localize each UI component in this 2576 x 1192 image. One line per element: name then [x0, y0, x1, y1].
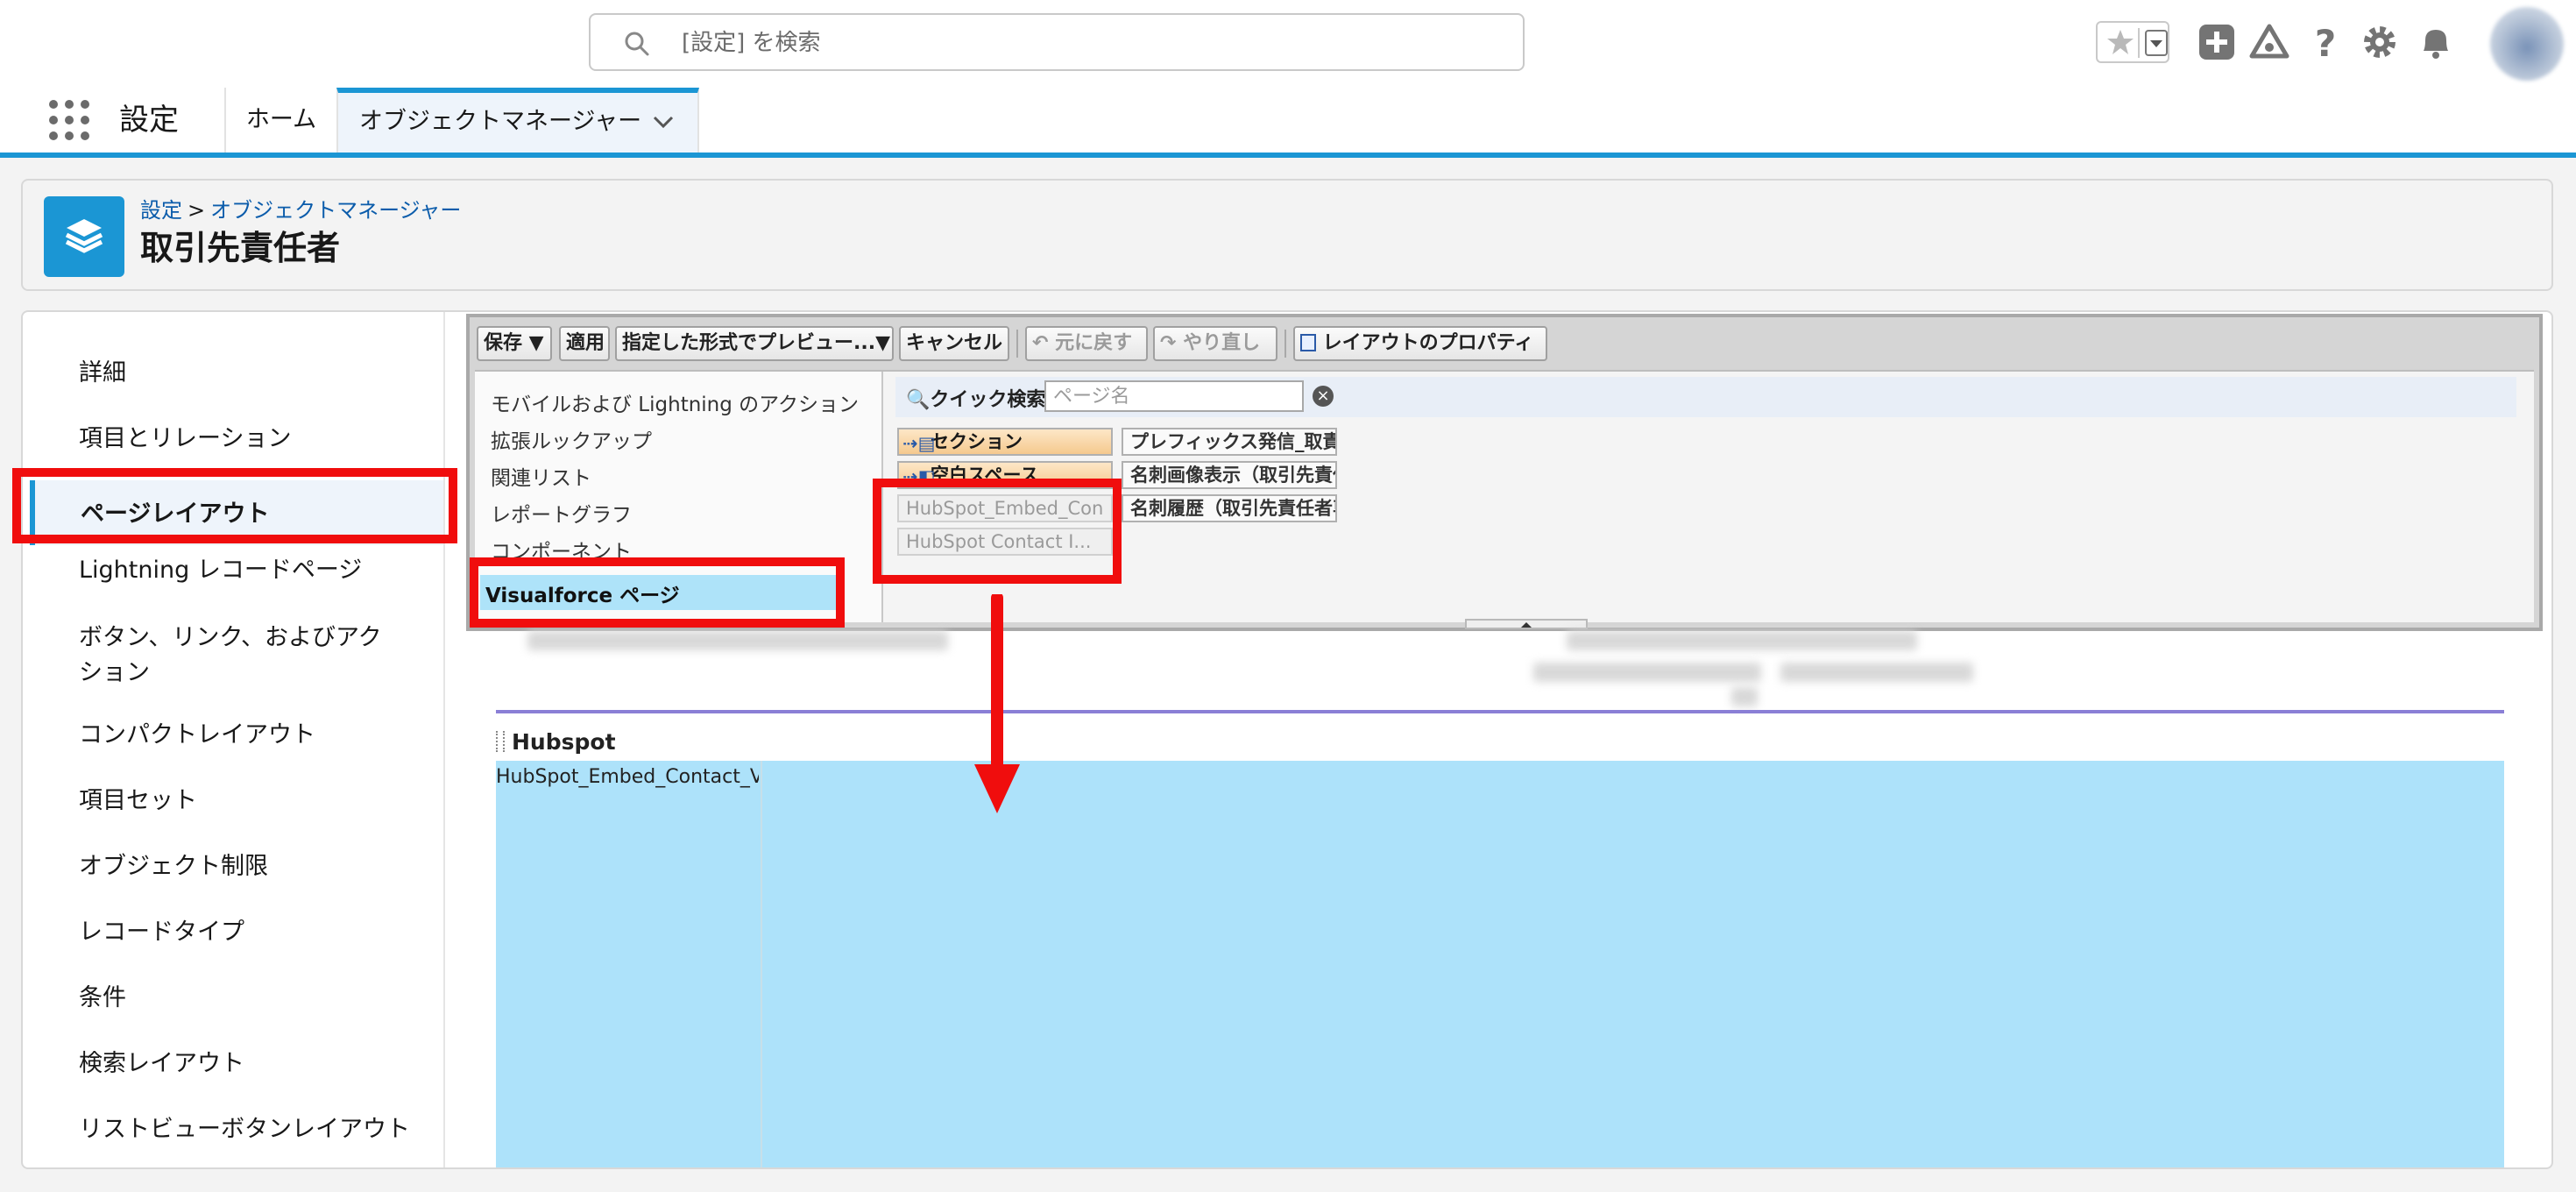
- help-icon[interactable]: ?: [2304, 21, 2346, 63]
- visualforce-page-label: HubSpot_Embed_Contact_V: [496, 766, 759, 788]
- breadcrumb-link-object-manager[interactable]: オブジェクトマネージャー: [210, 198, 461, 223]
- page-title: 取引先責任者: [140, 229, 341, 267]
- palette-item-section[interactable]: ⇢▤ セクション: [897, 428, 1113, 456]
- palette-item-vf-page[interactable]: プレフィックス発信_取責: [1122, 428, 1337, 456]
- clear-icon[interactable]: ×: [1313, 386, 1334, 407]
- category-related-lists[interactable]: 関連リスト: [491, 461, 591, 491]
- sidebar-item-field-sets[interactable]: 項目セット: [79, 784, 429, 819]
- palette-item-vf-page[interactable]: 名刺履歴（取引先責任者専: [1122, 494, 1337, 522]
- breadcrumb: 設定 > オブジェクトマネージャー: [140, 193, 461, 224]
- app-name: 設定: [119, 103, 179, 138]
- tab-label: オブジェクトマネージャー: [359, 108, 642, 135]
- undo-button[interactable]: ↶ 元に戻す: [1025, 326, 1148, 361]
- breadcrumb-link-setup[interactable]: 設定: [140, 198, 182, 223]
- highlight-visualforce-category: [470, 557, 845, 628]
- redo-icon: ↷: [1160, 332, 1177, 354]
- chevron-down-icon[interactable]: [652, 114, 675, 130]
- breadcrumb-separator: >: [188, 198, 206, 223]
- palette-resize-handle[interactable]: [1465, 619, 1588, 629]
- sidebar-item-details[interactable]: 詳細: [79, 356, 429, 391]
- redo-button[interactable]: ↷ やり直し: [1153, 326, 1277, 361]
- section-body[interactable]: HubSpot_Embed_Contact_V: [496, 761, 2504, 1167]
- sidebar-item-fields[interactable]: 項目とリレーション: [79, 422, 429, 457]
- highlight-page-layout: [12, 468, 457, 543]
- search-input[interactable]: [680, 24, 1472, 62]
- layout-properties-label: レイアウトのプロパティ: [1322, 332, 1534, 354]
- content-panel: 詳細 項目とリレーション ページレイアウト Lightning レコードページ …: [21, 310, 2553, 1169]
- blurred-field: [1780, 663, 1973, 682]
- divider: [1284, 330, 1286, 358]
- layout-properties-button[interactable]: レイアウトのプロパティ: [1293, 326, 1547, 361]
- layout-canvas: Hubspot HubSpot_Embed_Contact_V: [466, 631, 2543, 1167]
- layout-properties-icon: [1300, 334, 1316, 351]
- palette-item-vf-page[interactable]: 名刺画像表示（取引先責任: [1122, 461, 1337, 489]
- layers-icon: [44, 196, 124, 277]
- quick-find-input[interactable]: [1044, 380, 1304, 412]
- blurred-field: [1731, 687, 1758, 706]
- highlight-hubspot-items: [873, 479, 1122, 584]
- chevron-up-icon: [1521, 622, 1532, 628]
- sidebar-item-list-view-button-layout[interactable]: リストビューボタンレイアウト: [79, 1112, 429, 1147]
- search-icon: [625, 32, 649, 56]
- undo-label: 元に戻す: [1055, 332, 1133, 354]
- star-icon[interactable]: [2105, 26, 2136, 58]
- quick-find-label: 🔍クイック検索: [906, 389, 1046, 411]
- avatar[interactable]: [2490, 7, 2564, 81]
- category-expanded-lookups[interactable]: 拡張ルックアップ: [491, 424, 652, 454]
- global-search[interactable]: [589, 13, 1525, 71]
- app-nav-bar: 設定 ホーム オブジェクトマネージャー: [0, 88, 2576, 158]
- save-button[interactable]: 保存 ▼: [477, 326, 552, 361]
- sidebar-item-compact-layouts[interactable]: コンパクトレイアウト: [79, 718, 429, 753]
- category-report-charts[interactable]: レポートグラフ: [491, 498, 632, 528]
- divider: [1016, 330, 1018, 358]
- sidebar-item-conditions[interactable]: 条件: [79, 981, 429, 1016]
- undo-icon: ↶: [1032, 332, 1049, 354]
- sidebar-item-search-layouts[interactable]: 検索レイアウト: [79, 1047, 429, 1082]
- chevron-down-icon: [2150, 40, 2162, 47]
- category-mobile-lightning-actions[interactable]: モバイルおよび Lightning のアクション: [491, 387, 859, 417]
- favorites-group[interactable]: [2096, 21, 2169, 63]
- tab-home[interactable]: ホーム: [224, 88, 336, 153]
- sidebar-item-buttons-links-actions[interactable]: ボタン、リンク、およびアクション: [79, 621, 394, 691]
- tab-object-manager[interactable]: オブジェクトマネージャー: [336, 88, 699, 153]
- apply-button[interactable]: 適用: [559, 326, 610, 361]
- object-sidebar: 詳細 項目とリレーション ページレイアウト Lightning レコードページ …: [23, 312, 445, 1167]
- preview-as-button[interactable]: 指定した形式でプレビュー...▼: [615, 326, 894, 361]
- blurred-field: [1533, 663, 1761, 682]
- sidebar-item-object-limits[interactable]: オブジェクト制限: [79, 849, 429, 884]
- bell-icon[interactable]: [2415, 21, 2457, 63]
- visualforce-page-component[interactable]: HubSpot_Embed_Contact_V: [496, 761, 762, 1167]
- section-title[interactable]: Hubspot: [512, 729, 616, 755]
- blurred-field: [1567, 631, 1917, 650]
- trailhead-icon[interactable]: [2248, 21, 2290, 63]
- svg-text:?: ?: [2315, 22, 2336, 63]
- arrow-down-icon: [974, 594, 1020, 813]
- cancel-button[interactable]: キャンセル: [899, 326, 1009, 361]
- sidebar-item-record-types[interactable]: レコードタイプ: [79, 915, 429, 950]
- page-header: 設定 > オブジェクトマネージャー 取引先責任者: [21, 179, 2553, 291]
- global-header: ?: [0, 0, 2576, 89]
- favorites-dropdown[interactable]: [2145, 30, 2168, 56]
- blurred-field: [527, 631, 948, 650]
- redo-label: やり直し: [1183, 332, 1261, 354]
- page-layout-editor: 保存 ▼ 適用 指定した形式でプレビュー...▼ キャンセル ↶ 元に戻す ↷ …: [466, 314, 2543, 1167]
- quick-find: 🔍クイック検索 ×: [895, 377, 2516, 417]
- sidebar-item-lightning-record-pages[interactable]: Lightning レコードページ: [79, 553, 429, 588]
- app-launcher-icon[interactable]: [49, 100, 89, 140]
- section-icon: ⇢▤: [902, 433, 936, 454]
- drag-handle-icon[interactable]: [496, 731, 505, 752]
- add-icon[interactable]: [2196, 21, 2238, 63]
- section-divider: [496, 710, 2504, 713]
- gear-icon[interactable]: [2359, 21, 2401, 63]
- magnifier-icon: 🔍: [906, 389, 931, 411]
- divider: [2138, 28, 2140, 58]
